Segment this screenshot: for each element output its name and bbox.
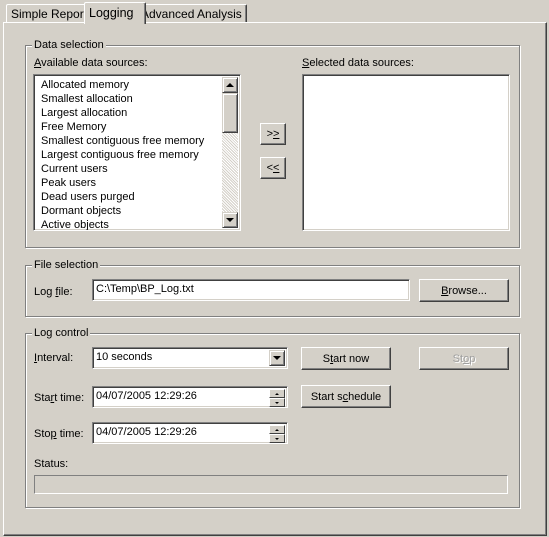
group-title: File selection (32, 258, 101, 272)
arrow-up-icon (275, 428, 279, 431)
status-field (34, 475, 508, 494)
button-label: St (452, 352, 464, 365)
button-label: art now (333, 352, 370, 365)
scroll-up-button[interactable] (222, 77, 238, 93)
list-item[interactable]: Free Memory (36, 120, 222, 134)
start-time-spin-up[interactable] (269, 389, 285, 398)
stop-time-picker[interactable]: 04/07/2005 12:29:26 (92, 422, 288, 444)
stop-time-spin-down[interactable] (269, 434, 285, 443)
selected-sources-label: Selected data sources: (302, 57, 414, 69)
stop-time-label: Stop time: (34, 428, 84, 440)
start-time-picker[interactable]: 04/07/2005 12:29:26 (92, 386, 288, 408)
tab-label: Logging (89, 6, 134, 20)
available-sources-label: Available data sources: (34, 57, 148, 69)
remove-source-button[interactable]: < < (260, 157, 286, 179)
interval-value: 10 seconds (96, 351, 153, 363)
scroll-down-button[interactable] (222, 212, 238, 228)
tab-label: Simple Report (11, 7, 88, 21)
dropdown-button[interactable] (269, 350, 285, 366)
button-accel: B (441, 284, 449, 297)
stop-time-spin-up[interactable] (269, 425, 285, 434)
stop-button[interactable]: St o p (419, 347, 509, 370)
arrow-down-icon (275, 437, 279, 440)
available-sources-list: Allocated memory Smallest allocation Large… (36, 78, 222, 230)
button-accel: > (273, 128, 280, 140)
stop-time-value: 04/07/2005 12:29:26 (96, 426, 197, 438)
start-time-label: Start time: (34, 392, 85, 404)
start-time-spin-down[interactable] (269, 398, 285, 407)
arrow-down-icon (226, 218, 234, 222)
button-label: rowse... (448, 284, 487, 297)
button-accel: < (273, 162, 280, 174)
button-label: S (322, 352, 331, 365)
arrow-up-icon (275, 392, 279, 395)
list-item[interactable]: Largest allocation (36, 106, 222, 120)
chevron-down-icon (273, 356, 281, 360)
group-title: Log control (32, 326, 91, 340)
log-file-input[interactable]: C:\Temp\BP_Log.txt (92, 279, 410, 301)
list-item[interactable]: Allocated memory (36, 78, 222, 92)
tab-simple-report[interactable]: Simple Report (6, 4, 93, 23)
tab-label: Advanced Analysis (141, 7, 242, 21)
start-time-value: 04/07/2005 12:29:26 (96, 390, 197, 402)
list-item[interactable]: Smallest allocation (36, 92, 222, 106)
list-item[interactable]: Active objects (36, 218, 222, 230)
browse-button[interactable]: Browse... (419, 279, 509, 302)
log-file-value: C:\Temp\BP_Log.txt (96, 283, 194, 295)
log-file-label: Log file: (34, 286, 73, 298)
button-label: Start s (310, 390, 343, 403)
tab-logging[interactable]: Logging (84, 2, 146, 24)
interval-dropdown[interactable]: 10 seconds (92, 347, 288, 369)
add-source-button[interactable]: > > (260, 123, 286, 145)
button-label: hedule (348, 390, 382, 403)
arrow-down-icon (275, 401, 279, 404)
list-item[interactable]: Dormant objects (36, 204, 222, 218)
button-label: p (469, 352, 476, 365)
selected-sources-listbox[interactable] (302, 74, 510, 231)
list-item[interactable]: Smallest contiguous free memory (36, 134, 222, 148)
available-sources-scrollbar[interactable] (222, 77, 238, 228)
list-item[interactable]: Dead users purged (36, 190, 222, 204)
tab-advanced-analysis[interactable]: Advanced Analysis (136, 4, 247, 23)
list-item[interactable]: Peak users (36, 176, 222, 190)
arrow-up-icon (226, 83, 234, 87)
interval-label: Interval: (34, 352, 74, 364)
group-title: Data selection (32, 38, 106, 52)
scroll-thumb[interactable] (222, 93, 238, 133)
start-schedule-button[interactable]: Start s c hedule (301, 385, 391, 408)
logging-tab-page: Data selection Available data sources: A… (3, 22, 547, 536)
list-item[interactable]: Largest contiguous free memory (36, 148, 222, 162)
start-now-button[interactable]: St art now (301, 347, 391, 370)
list-item[interactable]: Current users (36, 162, 222, 176)
status-label: Status: (34, 458, 69, 470)
available-sources-listbox[interactable]: Allocated memory Smallest allocation Large… (33, 74, 241, 231)
